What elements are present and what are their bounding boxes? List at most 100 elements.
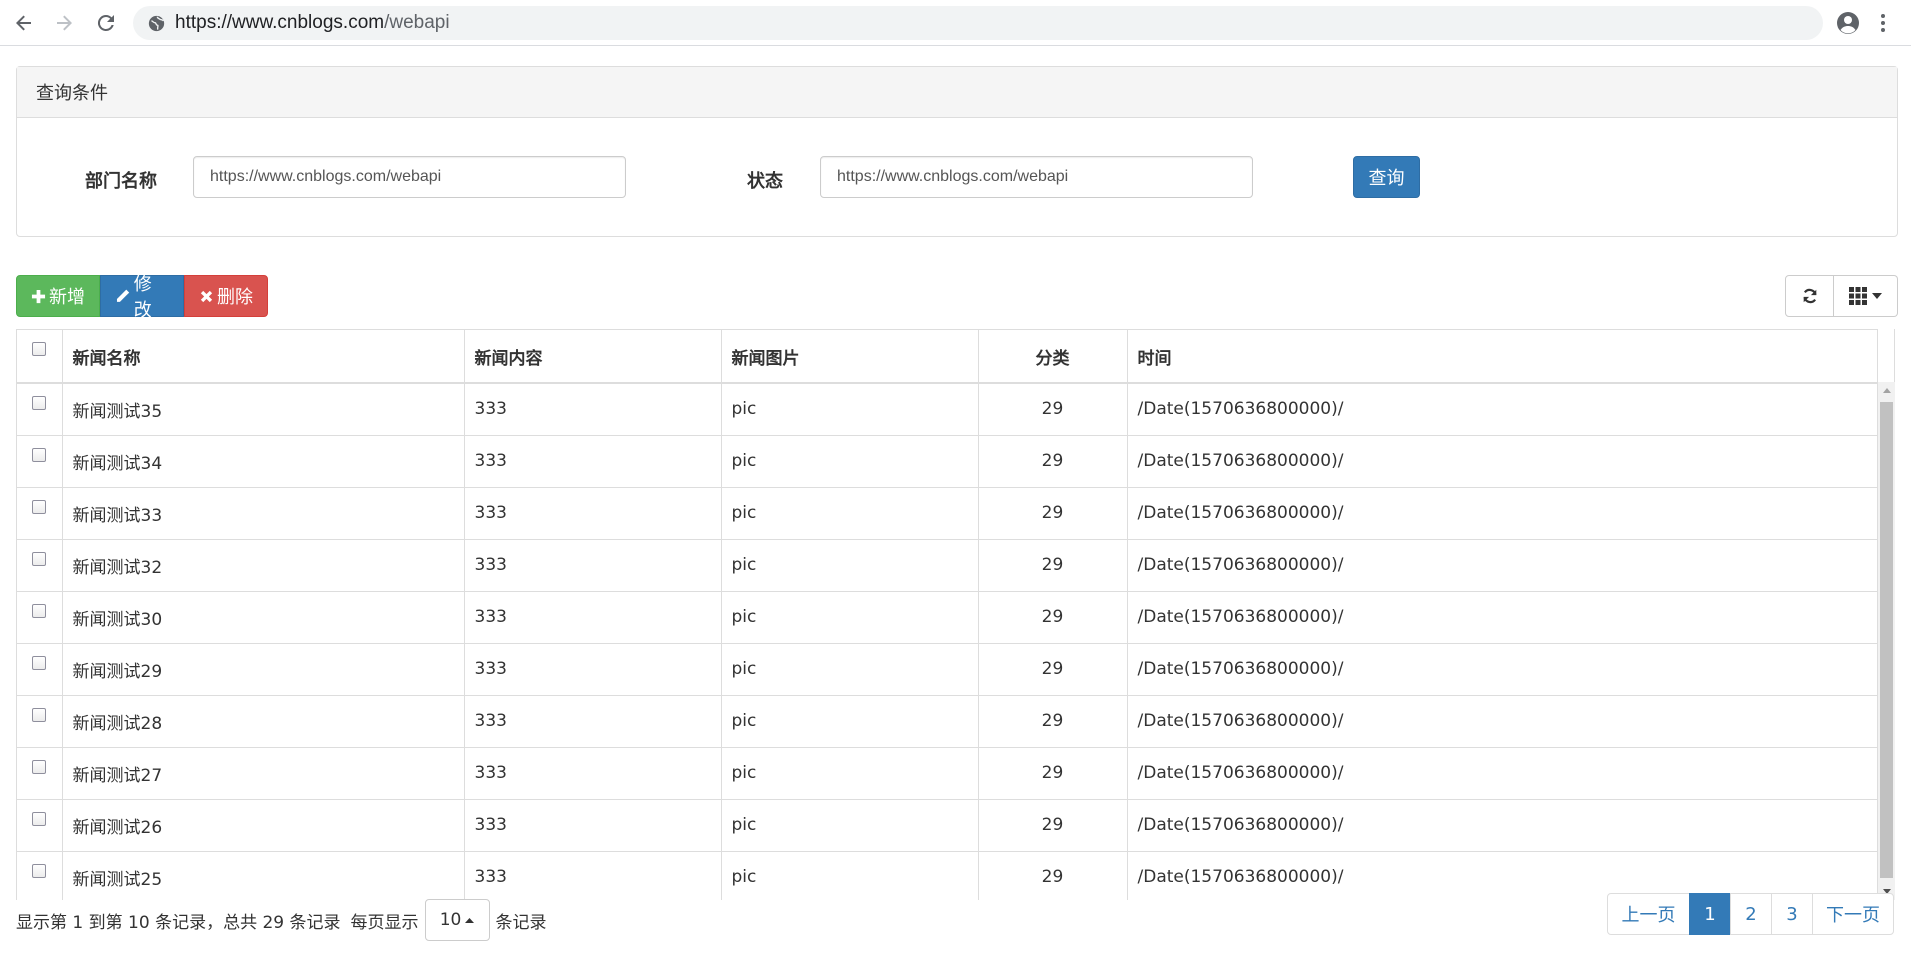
profile-button[interactable] xyxy=(1836,11,1860,35)
news-table: 新闻名称 新闻内容 新闻图片 分类 时间 新闻测试35 333 pic 29/Date… xyxy=(16,329,1878,900)
prev-page-button[interactable]: 上一页 xyxy=(1607,893,1690,935)
table-body: 新闻测试35 333 pic 29/Date(1570636800000)/ 新闻测试… xyxy=(17,383,1877,900)
cell-pic: pic xyxy=(721,695,979,748)
cell-pic: pic xyxy=(721,435,979,488)
table-row[interactable]: 新闻测试26 333 pic 29/Date(1570636800000)/ xyxy=(17,799,1877,852)
arrow-right-icon xyxy=(57,15,72,31)
row-checkbox[interactable] xyxy=(32,759,47,774)
grid-icon xyxy=(1849,287,1867,305)
table-toolbar: 新增 修改 删除 xyxy=(16,274,268,321)
page-3-button[interactable]: 3 xyxy=(1771,893,1813,935)
reload-button[interactable] xyxy=(92,9,120,37)
table-row[interactable]: 新闻测试27 333 pic 29/Date(1570636800000)/ xyxy=(17,747,1877,800)
cell-category: 29 xyxy=(978,591,1128,644)
cell-pic: pic xyxy=(721,643,979,696)
status-label: 状态 xyxy=(747,171,783,192)
panel-heading: 查询条件 xyxy=(17,67,1897,118)
back-button[interactable] xyxy=(10,9,38,37)
scroll-thumb[interactable] xyxy=(1880,402,1893,878)
url-host: https://www.cnblogs.com xyxy=(175,12,385,33)
edit-button[interactable]: 修改 xyxy=(100,274,184,321)
url-path: /webapi xyxy=(384,12,450,33)
cell-name: 新闻测试33 xyxy=(62,487,465,540)
table-row[interactable]: 新闻测试25 333 pic 29/Date(1570636800000)/ xyxy=(17,851,1877,900)
next-page-button[interactable]: 下一页 xyxy=(1812,893,1894,935)
cell-time: /Date(1570636800000)/ xyxy=(1127,591,1877,644)
cell-category: 29 xyxy=(978,695,1128,748)
row-checkbox[interactable] xyxy=(32,811,47,826)
col-header-content[interactable]: 新闻内容 xyxy=(464,330,722,384)
page-2-button[interactable]: 2 xyxy=(1730,893,1772,935)
table-tools xyxy=(1785,275,1898,317)
per-page-suffix: 条记录 xyxy=(495,912,547,933)
cell-name: 新闻测试30 xyxy=(62,591,465,644)
scroll-up-button[interactable] xyxy=(1878,382,1895,399)
dot xyxy=(1881,21,1885,25)
row-checkbox[interactable] xyxy=(32,603,47,618)
row-checkbox[interactable] xyxy=(32,551,47,566)
cell-name: 新闻测试35 xyxy=(62,383,465,436)
delete-button-label: 删除 xyxy=(217,287,253,308)
pencil-icon xyxy=(116,289,130,302)
address-bar[interactable]: https://www.cnblogs.com/webapi xyxy=(133,6,1823,40)
row-checkbox-cell xyxy=(17,435,63,488)
cell-content: 333 xyxy=(464,695,722,748)
cell-name: 新闻测试27 xyxy=(62,747,465,800)
cell-category: 29 xyxy=(978,851,1128,900)
cell-time: /Date(1570636800000)/ xyxy=(1127,487,1877,540)
row-checkbox[interactable] xyxy=(32,863,47,878)
news-table-grid: 新闻名称 新闻内容 新闻图片 分类 时间 新闻测试35 333 pic 29/Date… xyxy=(17,330,1877,900)
add-button[interactable]: 新增 xyxy=(16,275,100,317)
plus-icon xyxy=(31,289,46,303)
row-checkbox[interactable] xyxy=(32,655,47,670)
table-row[interactable]: 新闻测试28 333 pic 29/Date(1570636800000)/ xyxy=(17,695,1877,748)
select-all-checkbox[interactable] xyxy=(32,342,47,356)
table-row[interactable]: 新闻测试34 333 pic 29/Date(1570636800000)/ xyxy=(17,435,1877,488)
close-icon xyxy=(200,290,213,302)
row-checkbox[interactable] xyxy=(32,447,47,462)
record-summary: 显示第 1 到第 10 条记录，总共 29 条记录 xyxy=(16,912,341,933)
row-checkbox[interactable] xyxy=(32,396,47,410)
cell-time: /Date(1570636800000)/ xyxy=(1127,695,1877,748)
dot xyxy=(1881,14,1885,18)
browser-menu-button[interactable] xyxy=(1878,11,1888,35)
table-row[interactable]: 新闻测试33 333 pic 29/Date(1570636800000)/ xyxy=(17,487,1877,540)
col-header-time[interactable]: 时间 xyxy=(1127,330,1877,384)
table-row[interactable]: 新闻测试29 333 pic 29/Date(1570636800000)/ xyxy=(17,643,1877,696)
delete-button[interactable]: 删除 xyxy=(184,275,268,317)
cell-name: 新闻测试29 xyxy=(62,643,465,696)
table-row[interactable]: 新闻测试30 333 pic 29/Date(1570636800000)/ xyxy=(17,591,1877,644)
cell-category: 29 xyxy=(978,383,1128,436)
caret-up-icon xyxy=(1882,388,1891,393)
cell-pic: pic xyxy=(721,591,979,644)
refresh-button[interactable] xyxy=(1785,275,1834,317)
cell-name: 新闻测试32 xyxy=(62,539,465,592)
page-size-dropdown[interactable]: 10 xyxy=(424,899,490,941)
row-checkbox[interactable] xyxy=(32,707,47,722)
row-checkbox[interactable] xyxy=(32,499,47,514)
cell-category: 29 xyxy=(978,435,1128,488)
row-checkbox-cell xyxy=(17,643,63,696)
row-checkbox-cell xyxy=(17,383,63,436)
cell-content: 333 xyxy=(464,539,722,592)
columns-toggle-button[interactable] xyxy=(1834,275,1898,317)
row-checkbox-cell xyxy=(17,747,63,800)
col-header-category[interactable]: 分类 xyxy=(978,330,1128,384)
cell-category: 29 xyxy=(978,539,1128,592)
forward-button[interactable] xyxy=(50,9,78,37)
table-scrollbar[interactable] xyxy=(1878,382,1895,900)
page-1-button[interactable]: 1 xyxy=(1689,893,1731,935)
col-header-pic[interactable]: 新闻图片 xyxy=(721,330,979,384)
table-row[interactable]: 新闻测试32 333 pic 29/Date(1570636800000)/ xyxy=(17,539,1877,592)
cell-time: /Date(1570636800000)/ xyxy=(1127,799,1877,852)
table-row[interactable]: 新闻测试35 333 pic 29/Date(1570636800000)/ xyxy=(17,383,1877,436)
search-button[interactable]: 查询 xyxy=(1353,156,1420,198)
col-header-name[interactable]: 新闻名称 xyxy=(62,330,465,384)
status-input[interactable] xyxy=(820,156,1253,198)
url-text: https://www.cnblogs.com/webapi xyxy=(175,12,450,34)
pagination: 上一页 1 2 3 下一页 xyxy=(1607,893,1894,935)
refresh-icon xyxy=(1803,288,1816,304)
cell-content: 333 xyxy=(464,383,722,436)
dot xyxy=(1881,28,1885,32)
dept-input[interactable] xyxy=(193,156,626,198)
